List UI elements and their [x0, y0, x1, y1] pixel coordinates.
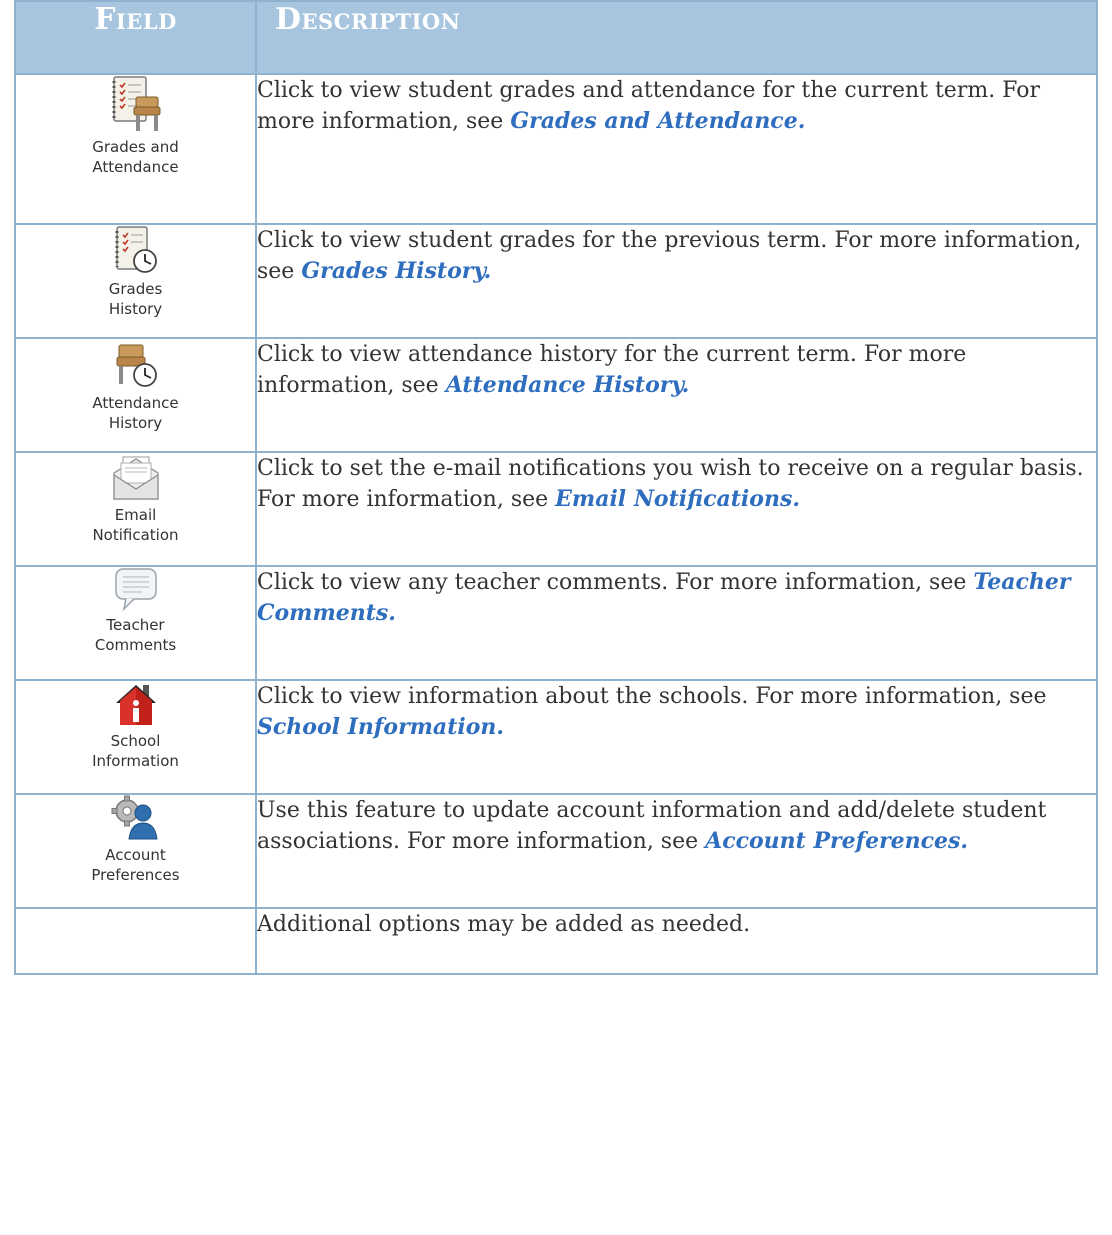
description-text: Click to view information about the scho… [257, 684, 1047, 709]
description-text: Click to view any teacher comments. For … [257, 570, 974, 595]
field-label: Email [114, 506, 157, 524]
description-cell: Click to view any teacher comments. For … [255, 565, 1098, 681]
grades-history-icon[interactable] [113, 225, 159, 275]
field-cell: Grades and Attendance [14, 73, 257, 225]
table-row: Teacher Comments Click to view any teach… [14, 565, 1098, 681]
table-row: Attendance History Click to view attenda… [14, 337, 1098, 453]
grades-attendance-icon[interactable] [110, 75, 162, 133]
field-column-header: Field [14, 0, 257, 75]
table-row: Grades History Click to view student gra… [14, 223, 1098, 339]
field-description-table: Field Description Grades and Attendance [14, 0, 1098, 975]
description-cell: Click to view student grades and attenda… [255, 73, 1098, 225]
field-label: Preferences [91, 866, 180, 884]
description-text: Additional options may be added as neede… [257, 912, 751, 937]
description-cell: Click to set the e-mail notifications yo… [255, 451, 1098, 567]
field-label: Account [105, 846, 166, 864]
field-label: Comments [94, 636, 177, 654]
attendance-history-icon[interactable] [113, 339, 159, 389]
account-preferences-link[interactable]: Account Preferences. [705, 828, 968, 854]
field-label: Attendance [92, 158, 179, 176]
field-label: School [110, 732, 161, 750]
empty-field-cell [14, 907, 257, 975]
attendance-history-link[interactable]: Attendance History. [446, 372, 690, 398]
field-cell: Grades History [14, 223, 257, 339]
field-cell: Attendance History [14, 337, 257, 453]
field-label: Teacher [106, 616, 165, 634]
field-label: Attendance [92, 394, 179, 412]
grades-history-link[interactable]: Grades History. [301, 258, 491, 284]
field-label: Information [92, 752, 179, 770]
school-information-link[interactable]: School Information. [257, 714, 504, 740]
field-cell: Teacher Comments [14, 565, 257, 681]
field-label: Grades and [92, 138, 179, 156]
field-label: Grades [108, 280, 163, 298]
field-label: History [108, 300, 163, 318]
envelope-icon[interactable] [111, 453, 161, 501]
description-cell: Use this feature to update account infor… [255, 793, 1098, 909]
header-row: Field Description [14, 0, 1098, 75]
account-preferences-icon[interactable] [111, 795, 161, 841]
field-label: Notification [92, 526, 179, 544]
email-notifications-link[interactable]: Email Notifications. [555, 486, 800, 512]
field-cell: Account Preferences [14, 793, 257, 909]
description-column-header: Description [255, 0, 1098, 75]
description-cell: Click to view student grades for the pre… [255, 223, 1098, 339]
field-label: History [108, 414, 163, 432]
field-cell: School Information [14, 679, 257, 795]
table-row: Additional options may be added as neede… [14, 907, 1098, 975]
school-house-icon[interactable] [113, 681, 159, 727]
field-cell: Email Notification [14, 451, 257, 567]
speech-bubble-icon[interactable] [114, 567, 158, 611]
table-row: Account Preferences Use this feature to … [14, 793, 1098, 909]
description-cell: Additional options may be added as neede… [255, 907, 1098, 975]
table-row: Grades and Attendance Click to view stud… [14, 73, 1098, 225]
table-row: School Information Click to view informa… [14, 679, 1098, 795]
description-cell: Click to view information about the scho… [255, 679, 1098, 795]
description-cell: Click to view attendance history for the… [255, 337, 1098, 453]
grades-and-attendance-link[interactable]: Grades and Attendance. [510, 108, 805, 134]
table-row: Email Notification Click to set the e-ma… [14, 451, 1098, 567]
